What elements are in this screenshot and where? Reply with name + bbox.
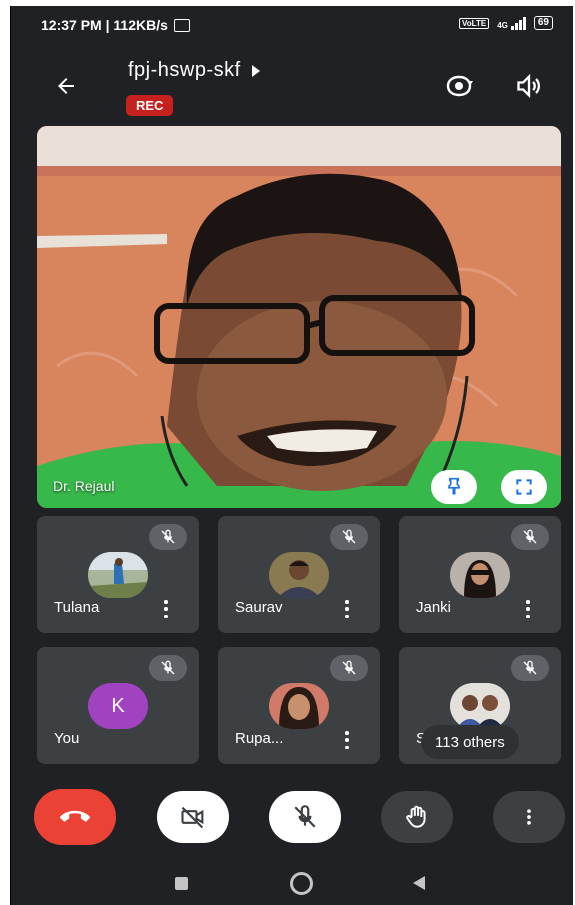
participant-tile-self[interactable]: K You [37, 647, 199, 764]
speaker-video-image [37, 126, 561, 508]
signal-icon: 4G [497, 16, 526, 30]
video-off-icon [181, 806, 204, 829]
participant-name: Tulana [54, 599, 100, 616]
more-vert-icon[interactable] [523, 598, 533, 620]
camera-toggle-button[interactable] [157, 791, 229, 843]
participant-name: You [54, 730, 80, 747]
speaker-icon [517, 73, 541, 99]
recording-badge: REC [126, 95, 174, 116]
more-vert-icon [527, 809, 531, 825]
fullscreen-button[interactable] [501, 470, 547, 504]
home-button[interactable] [279, 861, 323, 905]
nav-back-button[interactable] [399, 861, 439, 905]
participant-tile[interactable]: Janki [399, 516, 561, 633]
meet-screen: 12:37 PM | 112KB/s VoLTE 4G 69 fpj-hswp-… [10, 6, 573, 905]
mic-off-icon [511, 655, 549, 681]
triangle-back-icon [413, 876, 425, 890]
main-video-name: Dr. Rejaul [53, 478, 115, 494]
mic-off-icon [294, 805, 316, 828]
mic-off-icon [330, 655, 368, 681]
square-icon [174, 876, 188, 890]
raise-hand-button[interactable] [381, 791, 453, 843]
fullscreen-icon [516, 479, 532, 495]
screen-record-icon [173, 18, 190, 32]
main-video-feed[interactable]: Dr. Rejaul [37, 126, 561, 508]
meeting-header: fpj-hswp-skf REC [11, 51, 573, 126]
participant-name: Saurav [235, 599, 283, 616]
more-vert-icon[interactable] [161, 598, 171, 620]
status-time: 12:37 PM | 112KB/s [41, 17, 168, 33]
avatar [269, 683, 329, 729]
avatar: K [88, 683, 148, 729]
participant-tile[interactable]: Saurav [218, 516, 380, 633]
hand-icon [406, 805, 426, 828]
pin-icon [448, 477, 460, 495]
participant-name: Rupa... [235, 730, 284, 747]
participant-tile[interactable]: Tulana [37, 516, 199, 633]
avatar [450, 552, 510, 598]
mic-toggle-button[interactable] [269, 791, 341, 843]
meeting-title-button[interactable]: fpj-hswp-skf [128, 59, 261, 82]
system-nav-bar [11, 861, 573, 905]
more-vert-icon[interactable] [342, 598, 352, 620]
mic-off-icon [149, 655, 187, 681]
battery-level: 69 [533, 16, 553, 30]
arrow-left-icon [58, 78, 74, 94]
others-chip[interactable]: 113 others [421, 725, 519, 759]
recents-button[interactable] [161, 861, 201, 905]
network-type: 4G [497, 20, 508, 30]
avatar [450, 683, 510, 729]
mic-off-icon [511, 524, 549, 550]
call-controls [11, 771, 573, 861]
participant-tile[interactable]: Rupa... [218, 647, 380, 764]
circle-icon [289, 871, 313, 895]
mic-off-icon [149, 524, 187, 550]
avatar [269, 552, 329, 598]
mic-off-icon [330, 524, 368, 550]
back-button[interactable] [49, 69, 83, 103]
audio-output-button[interactable] [511, 68, 547, 104]
phone-hangup-icon [60, 810, 90, 822]
participant-name: Janki [416, 599, 452, 616]
more-vert-icon[interactable] [342, 729, 352, 751]
pin-button[interactable] [431, 470, 477, 504]
end-call-button[interactable] [34, 789, 116, 845]
switch-camera-button[interactable] [441, 68, 477, 104]
volte-icon: VoLTE [459, 17, 490, 29]
avatar [88, 552, 148, 598]
meeting-code: fpj-hswp-skf [128, 59, 241, 81]
more-options-button[interactable] [493, 791, 565, 843]
status-bar: 12:37 PM | 112KB/s VoLTE 4G 69 [11, 6, 573, 44]
caret-right-icon [251, 64, 260, 77]
switch-camera-icon [446, 75, 473, 97]
